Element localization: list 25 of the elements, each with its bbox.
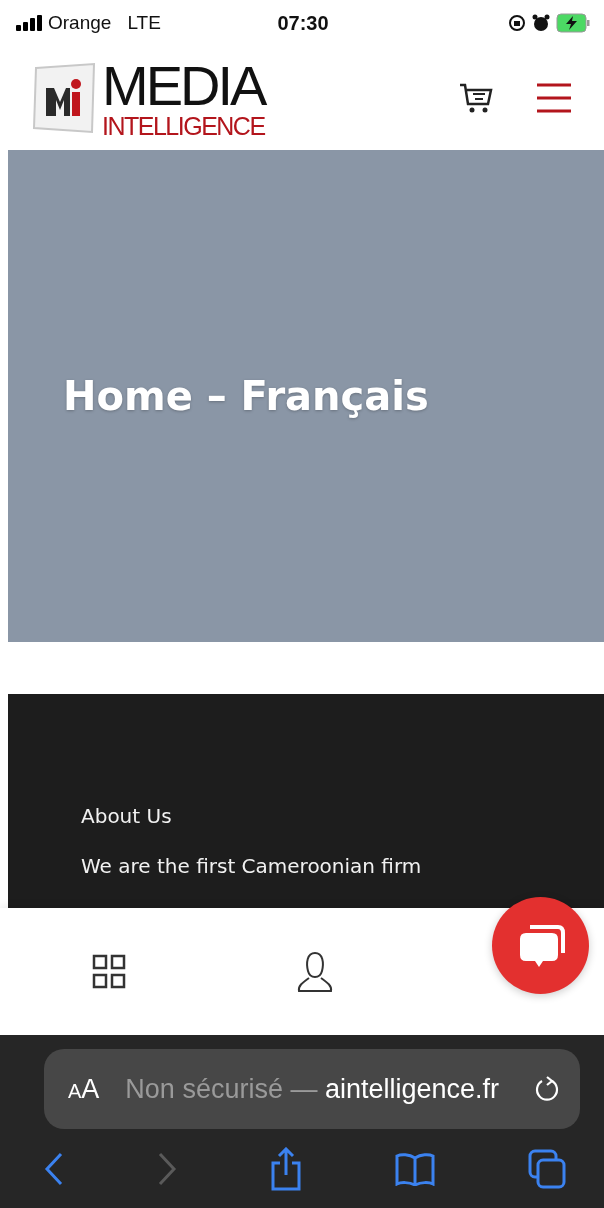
tabs-button[interactable]: [528, 1149, 566, 1189]
logo-title: MEDIA: [102, 57, 265, 114]
grid-icon[interactable]: [92, 953, 126, 990]
url-host: aintelligence.fr: [324, 1073, 501, 1105]
cart-icon[interactable]: [458, 82, 494, 114]
rotation-lock-icon: [508, 14, 526, 32]
page-title: Home – Français: [63, 373, 429, 419]
text-size-button[interactable]: AA: [68, 1073, 100, 1105]
share-button[interactable]: [270, 1147, 302, 1191]
bookmarks-button[interactable]: [395, 1152, 435, 1186]
menu-icon[interactable]: [536, 83, 572, 113]
logo-mark-icon: [32, 62, 96, 134]
signal-icon: [16, 15, 42, 31]
alarm-icon: [532, 14, 550, 32]
user-icon[interactable]: [296, 950, 334, 993]
carrier-name: Orange: [48, 12, 112, 34]
reload-icon[interactable]: [534, 1075, 560, 1103]
network-type: LTE: [127, 12, 161, 34]
url-security-note: Non sécurisé —: [125, 1073, 319, 1105]
back-button[interactable]: [44, 1152, 64, 1186]
footer-text: We are the first Cameroonian firm: [81, 854, 423, 878]
address-bar[interactable]: AA Non sécurisé — aintelligence.fr: [44, 1049, 580, 1129]
logo-subtitle: INTELLIGENCE: [102, 113, 265, 139]
footer-heading: About Us: [81, 804, 173, 828]
clock-time: 07:30: [276, 11, 330, 35]
